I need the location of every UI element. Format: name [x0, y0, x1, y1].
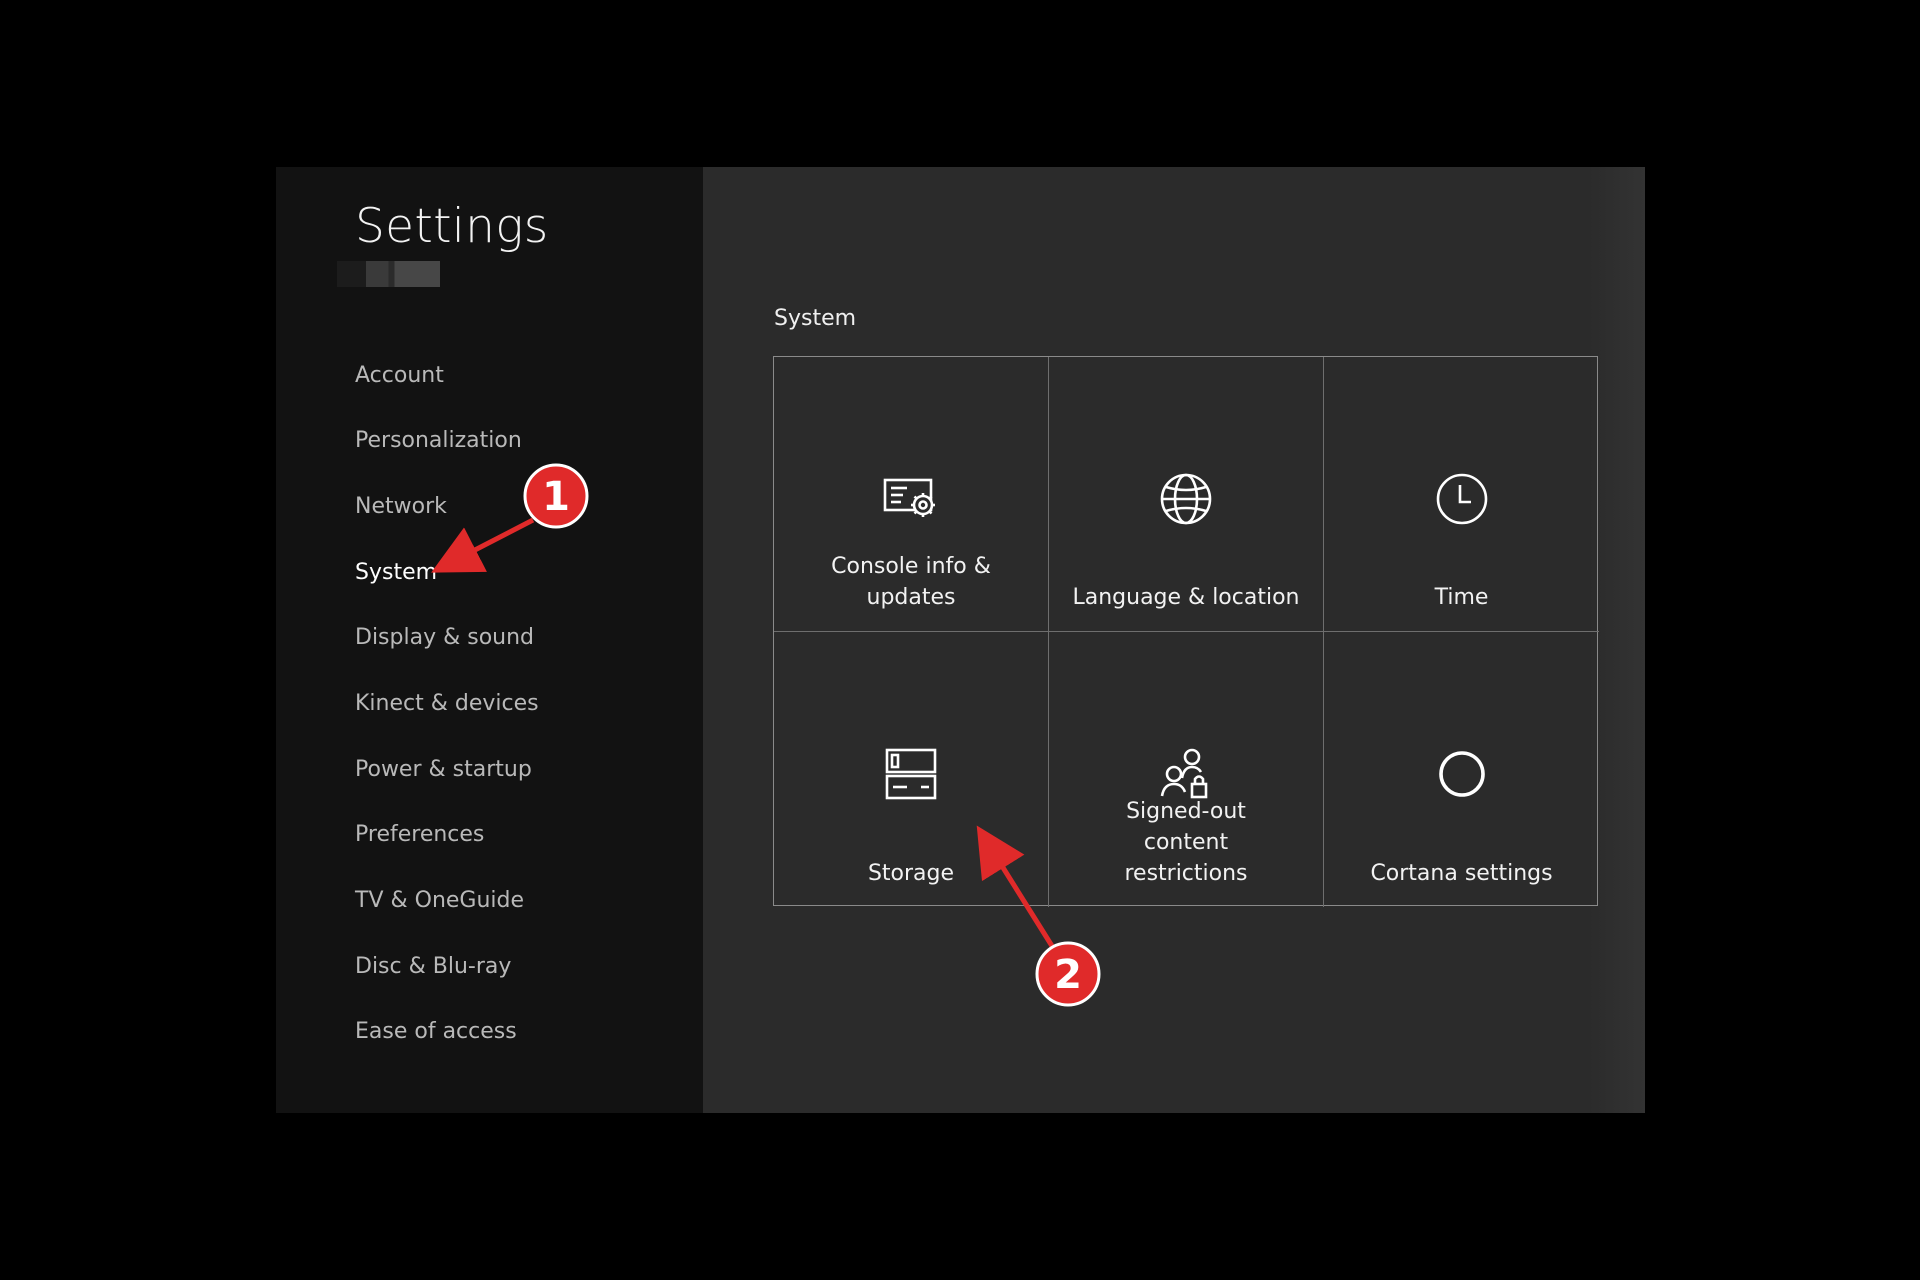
system-tile-grid: Console info & updates Language & locati… [773, 356, 1599, 907]
clock-icon [1324, 467, 1599, 531]
tile-storage[interactable]: Storage [774, 632, 1049, 907]
sidebar-item-network[interactable]: Network [355, 494, 447, 519]
sidebar-item-power-startup[interactable]: Power & startup [355, 757, 532, 782]
tile-label: Cortana settings [1370, 861, 1553, 886]
tile-label: Console info & updates [831, 554, 991, 610]
globe-icon [1049, 467, 1323, 531]
sidebar-item-tv-oneguide[interactable]: TV & OneGuide [355, 888, 524, 913]
gamertag-redacted [337, 261, 440, 287]
screen: Settings Account Personalization Network… [0, 0, 1920, 1280]
tile-signed-out-content-restrictions[interactable]: Signed-out content restrictions [1049, 632, 1324, 907]
tile-cortana-settings[interactable]: Cortana settings [1324, 632, 1599, 907]
sidebar-item-system[interactable]: System [355, 560, 437, 585]
sidebar-item-preferences[interactable]: Preferences [355, 822, 484, 847]
tile-label: Storage [867, 861, 955, 886]
tile-label: Language & location [1072, 585, 1300, 610]
tile-label: Time [1434, 585, 1489, 610]
page-title: Settings [355, 199, 549, 254]
tile-console-info-updates[interactable]: Console info & updates [774, 357, 1049, 632]
sidebar-item-personalization[interactable]: Personalization [355, 428, 522, 453]
sidebar-item-display-sound[interactable]: Display & sound [355, 625, 534, 650]
sidebar-item-kinect-devices[interactable]: Kinect & devices [355, 691, 539, 716]
section-title: System [774, 306, 857, 331]
storage-icon [774, 742, 1048, 806]
main-panel: System Console info & updates Language &… [703, 167, 1645, 1113]
settings-window: Settings Account Personalization Network… [276, 167, 1645, 1113]
sidebar-item-account[interactable]: Account [355, 363, 444, 388]
cortana-circle-icon [1324, 742, 1599, 806]
sidebar: Settings Account Personalization Network… [276, 167, 703, 1113]
console-info-icon [774, 467, 1048, 531]
sidebar-item-ease-of-access[interactable]: Ease of access [355, 1019, 517, 1044]
tile-label: Signed-out content restrictions [1124, 799, 1248, 886]
tile-time[interactable]: Time [1324, 357, 1599, 632]
tile-language-location[interactable]: Language & location [1049, 357, 1324, 632]
sidebar-item-disc-bluray[interactable]: Disc & Blu-ray [355, 954, 511, 979]
